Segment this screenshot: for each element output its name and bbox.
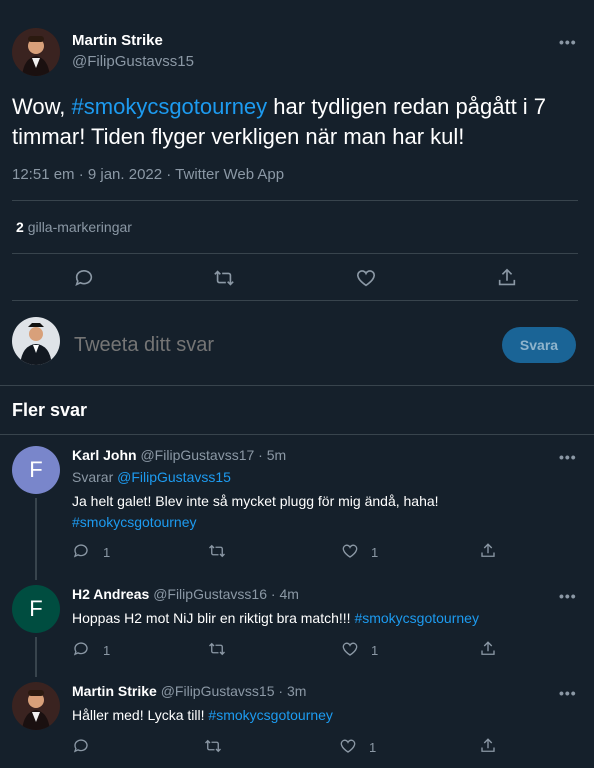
likes-summary[interactable]: 2 gilla-markeringar — [16, 219, 132, 235]
thread-line — [35, 498, 37, 580]
likes-count: 2 — [16, 219, 24, 235]
reply-button[interactable]: Svara — [502, 327, 576, 363]
reply-text: Hoppas H2 mot NiJ blir en riktigt bra ma… — [72, 608, 572, 629]
more-options-icon[interactable]: ••• — [559, 34, 577, 50]
retweet-icon[interactable] — [208, 542, 226, 560]
retweet-icon[interactable] — [213, 267, 235, 289]
share-icon[interactable] — [496, 267, 518, 289]
avatar-letter: F — [29, 457, 43, 482]
hashtag-link[interactable]: #smokycsgotourney — [72, 514, 197, 530]
reply-header: Karl John @FilipGustavss17 · 5m — [72, 447, 286, 463]
like-count: 1 — [369, 740, 377, 755]
reply-avatar[interactable]: F — [12, 585, 60, 633]
reply-header: Martin Strike @FilipGustavss15 · 3m — [72, 683, 306, 699]
more-options-icon[interactable]: ••• — [559, 685, 577, 701]
share-icon[interactable] — [479, 542, 497, 560]
reply-icon[interactable] — [72, 737, 90, 755]
tweet-text: Wow, #smokycsgotourney har tydligen reda… — [12, 92, 582, 152]
divider — [12, 253, 578, 254]
divider — [12, 300, 578, 301]
like-count: 1 — [371, 643, 379, 658]
reply-count: 1 — [103, 545, 111, 560]
divider — [0, 434, 594, 435]
reply-author-handle[interactable]: @FilipGustavss15 — [161, 683, 275, 699]
reply-time[interactable]: · 4m — [271, 586, 299, 602]
reply-header: H2 Andreas @FilipGustavss16 · 4m — [72, 586, 299, 602]
replying-to: Svarar @FilipGustavss15 — [72, 469, 231, 485]
divider — [12, 200, 578, 201]
more-options-icon[interactable]: ••• — [559, 588, 577, 604]
reply-author-handle[interactable]: @FilipGustavss17 — [140, 447, 254, 463]
like-icon[interactable] — [355, 267, 377, 289]
reply-input[interactable] — [74, 331, 474, 359]
author-avatar[interactable] — [12, 28, 60, 76]
more-options-icon[interactable]: ••• — [559, 449, 577, 465]
reply-time[interactable]: · 5m — [258, 447, 286, 463]
hashtag-link[interactable]: #smokycsgotourney — [354, 610, 479, 626]
thread-line — [35, 637, 37, 677]
reply-text-body: Håller med! Lycka till! — [72, 707, 209, 723]
share-icon[interactable] — [479, 640, 497, 658]
share-icon[interactable] — [479, 737, 497, 755]
reply-text-body: Hoppas H2 mot NiJ blir en riktigt bra ma… — [72, 610, 355, 626]
more-replies-heading: Fler svar — [12, 400, 88, 420]
like-icon[interactable] — [341, 640, 359, 658]
retweet-icon[interactable] — [204, 737, 222, 755]
section-divider — [0, 385, 594, 386]
reply-author-name[interactable]: Martin Strike — [72, 683, 157, 699]
reply-author-name[interactable]: H2 Andreas — [72, 586, 149, 602]
replying-to-handle[interactable]: @FilipGustavss15 — [117, 469, 231, 485]
reply-icon[interactable] — [72, 542, 90, 560]
like-icon[interactable] — [341, 542, 359, 560]
reply-author-name[interactable]: Karl John — [72, 447, 137, 463]
hashtag-link[interactable]: #smokycsgotourney — [208, 707, 333, 723]
reply-text-body: Ja helt galet! Blev inte så mycket plugg… — [72, 493, 439, 509]
reply-count: 1 — [103, 643, 111, 658]
reply-time[interactable]: · 3m — [278, 683, 306, 699]
tweet-text-before: Wow, — [12, 94, 72, 119]
reply-icon[interactable] — [73, 267, 95, 289]
replying-prefix: Svarar — [72, 469, 118, 485]
reply-author-handle[interactable]: @FilipGustavss16 — [153, 586, 267, 602]
like-count: 1 — [371, 545, 379, 560]
retweet-icon[interactable] — [208, 640, 226, 658]
author-name[interactable]: Martin Strike — [72, 32, 163, 49]
reply-text: Håller med! Lycka till! #smokycsgotourne… — [72, 705, 572, 726]
avatar-letter: F — [29, 596, 43, 621]
likes-label: gilla-markeringar — [27, 219, 132, 235]
current-user-avatar[interactable] — [12, 317, 60, 365]
reply-text: Ja helt galet! Blev inte så mycket plugg… — [72, 491, 572, 533]
hashtag-link[interactable]: #smokycsgotourney — [72, 94, 268, 119]
author-handle[interactable]: @FilipGustavss15 — [72, 53, 194, 70]
reply-avatar[interactable]: F — [12, 446, 60, 494]
like-icon[interactable] — [339, 737, 357, 755]
reply-icon[interactable] — [72, 640, 90, 658]
reply-avatar[interactable] — [12, 682, 60, 730]
tweet-meta[interactable]: 12:51 em · 9 jan. 2022 · Twitter Web App — [12, 166, 284, 183]
